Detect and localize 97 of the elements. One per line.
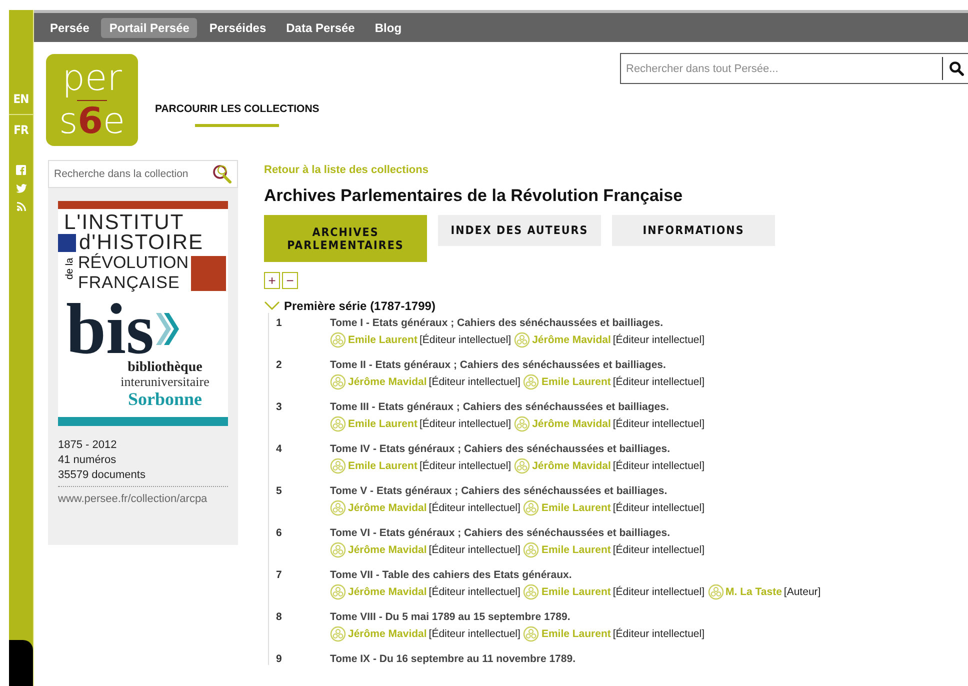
author-role: [Éditeur intellectuel] [428,586,520,598]
volume-title[interactable]: Tome I - Etats généraux ; Cahiers des sénéchaussées et bailliages. [330,317,708,329]
author-icon [330,542,346,558]
tab[interactable]: INDEX DES AUTEURS [438,215,601,246]
collection-fact: 1875 - 2012 [58,438,118,453]
author-link[interactable]: Emile Laurent [541,544,611,556]
author-role: [Éditeur intellectuel] [419,418,512,430]
author-link[interactable]: Jérôme Mavidal [348,544,427,556]
author-role: [Auteur] [784,586,821,598]
item-number: 6 [275,527,283,541]
author-icon [523,374,540,390]
author-icon [330,584,346,600]
author-icon [514,332,530,348]
author-role: [Éditeur intellectuel] [428,544,520,556]
collection-fact: 41 numéros [58,453,118,468]
tab[interactable]: INFORMATIONS [612,215,775,246]
nav-link[interactable]: Persée [42,18,98,38]
nav-link[interactable]: Perséides [201,18,274,38]
volume-title[interactable]: Tome VI - Etats généraux ; Cahiers des sénéchaussées et bailliages. [330,527,708,539]
author-icon [330,374,346,390]
nav-link[interactable]: Blog [366,18,410,38]
author-link[interactable]: Jérôme Mavidal [532,460,611,472]
language-link[interactable]: EN [9,84,33,114]
item-number: 4 [275,443,283,457]
tab[interactable]: ARCHIVES PARLEMENTAIRES [264,215,427,262]
author-role: [Éditeur intellectuel] [612,544,705,556]
series-title[interactable]: Première série (1787-1799) [284,299,436,313]
rss-icon[interactable] [16,202,26,211]
nav-link[interactable]: Data Persée [278,18,363,38]
author-role: [Éditeur intellectuel] [612,586,705,598]
author-role: [Éditeur intellectuel] [612,376,705,388]
author-icon [523,626,540,642]
author-link[interactable]: Jérôme Mavidal [532,334,611,346]
author-role: [Éditeur intellectuel] [612,418,705,430]
site-logo[interactable]: per s6e [46,54,138,146]
author-icon [523,500,540,516]
author-link[interactable]: Jérôme Mavidal [532,418,611,430]
author-role: [Éditeur intellectuel] [428,502,520,514]
author-icon [523,584,540,600]
item-number: 9 [275,653,283,665]
search-icon[interactable] [211,164,233,184]
collection-fact: 35579 documents [58,468,146,483]
item-number: 8 [275,611,283,625]
language-link[interactable]: FR [9,114,33,145]
author-icon [330,416,346,432]
author-icon [514,416,530,432]
volume-title[interactable]: Tome II - Etats généraux ; Cahiers des sénéchaussées et bailliages. [330,359,708,371]
author-icon [330,500,346,516]
author-link[interactable]: Emile Laurent [348,418,418,430]
author-icon [708,584,724,600]
author-link[interactable]: Jérôme Mavidal [348,628,427,640]
author-link[interactable]: Emile Laurent [541,628,611,640]
author-link[interactable]: Emile Laurent [348,460,418,472]
author-role: [Éditeur intellectuel] [428,628,520,640]
back-link[interactable]: Retour à la liste des collections [264,164,428,176]
collection-search-field[interactable]: Recherche dans la collection [48,160,238,188]
author-icon [330,626,346,642]
author-icon [330,458,346,474]
author-icon [330,332,346,348]
author-icon [514,458,530,474]
item-number: 3 [275,401,283,415]
author-role: [Éditeur intellectuel] [612,334,705,346]
author-role: [Éditeur intellectuel] [612,502,705,514]
facebook-icon[interactable] [16,165,26,175]
author-link[interactable]: Emile Laurent [541,586,611,598]
volume-title[interactable]: Tome VIII - Du 5 mai 1789 au 15 septembre 1789. [330,611,708,623]
site-search-field[interactable]: Rechercher dans tout Persée... [620,53,968,84]
author-icon [523,542,540,558]
chevron-down-icon[interactable] [264,301,280,311]
author-link[interactable]: Emile Laurent [541,502,611,514]
author-link[interactable]: Jérôme Mavidal [348,376,427,388]
author-role: [Éditeur intellectuel] [612,628,705,640]
collection-url: www.persee.fr/collection/arcpa [58,486,228,505]
nav-link[interactable]: Portail Persée [101,18,198,38]
author-role: [Éditeur intellectuel] [428,376,520,388]
tree-toggle[interactable]: + [264,272,280,289]
author-role: [Éditeur intellectuel] [419,460,512,472]
volume-title[interactable]: Tome VII - Table des cahiers des Etats généraux. [330,569,824,581]
author-link[interactable]: Emile Laurent [541,376,611,388]
item-number: 2 [275,359,283,373]
twitter-icon[interactable] [16,184,26,193]
author-link[interactable]: Emile Laurent [348,334,418,346]
author-role: [Éditeur intellectuel] [419,334,512,346]
section-link[interactable]: PARCOURIR LES COLLECTIONS [155,103,320,115]
volume-title[interactable]: Tome IX - Du 16 septembre au 11 novembre 1789. [330,653,576,665]
item-number: 7 [275,569,283,583]
author-role: [Éditeur intellectuel] [612,460,705,472]
author-link[interactable]: M. La Taste [726,586,782,598]
author-link[interactable]: Jérôme Mavidal [348,586,427,598]
volume-title[interactable]: Tome IV - Etats généraux ; Cahiers des sénéchaussées et bailliages. [330,443,708,455]
collection-title: Archives Parlementaires de la Révolution Française [264,186,684,206]
volume-title[interactable]: Tome V - Etats généraux ; Cahiers des sénéchaussées et bailliages. [330,485,708,497]
author-link[interactable]: Jérôme Mavidal [348,502,427,514]
item-number: 5 [275,485,283,499]
item-number: 1 [275,317,283,331]
volume-title[interactable]: Tome III - Etats généraux ; Cahiers des sénéchaussées et bailliages. [330,401,708,413]
tree-toggle[interactable]: − [282,272,298,289]
